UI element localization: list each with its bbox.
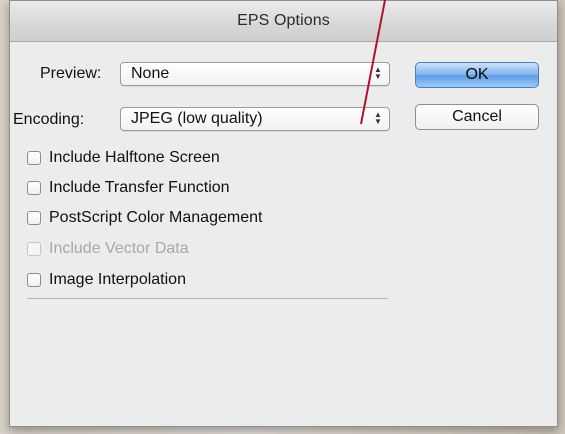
option-label: Include Transfer Function bbox=[49, 179, 230, 196]
popup-arrows-icon: ▲ ▼ bbox=[374, 65, 382, 81]
checkbox bbox=[27, 242, 41, 256]
divider bbox=[27, 298, 388, 299]
cancel-button-label: Cancel bbox=[452, 108, 502, 125]
title-bar[interactable]: EPS Options bbox=[10, 1, 557, 42]
cancel-button[interactable]: Cancel bbox=[415, 104, 539, 130]
preview-popup[interactable]: None ▲ ▼ bbox=[120, 62, 390, 86]
encoding-popup[interactable]: JPEG (low quality) ▲ ▼ bbox=[120, 107, 390, 131]
checkbox[interactable] bbox=[27, 273, 41, 287]
option-include-halftone-screen[interactable]: Include Halftone Screen bbox=[27, 147, 220, 169]
checkbox[interactable] bbox=[27, 211, 41, 225]
eps-options-dialog: EPS Options Preview: None ▲ ▼ Encoding: J… bbox=[9, 0, 558, 427]
option-postscript-color-management[interactable]: PostScript Color Management bbox=[27, 207, 262, 229]
option-image-interpolation[interactable]: Image Interpolation bbox=[27, 269, 186, 291]
ok-button[interactable]: OK bbox=[415, 62, 539, 88]
encoding-label: Encoding: bbox=[13, 111, 85, 128]
popup-arrows-icon: ▲ ▼ bbox=[374, 110, 382, 126]
option-include-transfer-function[interactable]: Include Transfer Function bbox=[27, 177, 230, 199]
option-label: Include Vector Data bbox=[49, 240, 189, 257]
preview-value: None bbox=[131, 65, 170, 82]
dialog-title: EPS Options bbox=[237, 12, 330, 29]
option-label: Image Interpolation bbox=[49, 271, 186, 288]
checkbox[interactable] bbox=[27, 151, 41, 165]
option-include-vector-data: Include Vector Data bbox=[27, 238, 189, 260]
checkbox[interactable] bbox=[27, 181, 41, 195]
encoding-value: JPEG (low quality) bbox=[131, 110, 263, 127]
option-label: Include Halftone Screen bbox=[49, 149, 220, 166]
preview-label: Preview: bbox=[40, 65, 102, 82]
option-label: PostScript Color Management bbox=[49, 209, 263, 226]
ok-button-label: OK bbox=[465, 66, 489, 83]
